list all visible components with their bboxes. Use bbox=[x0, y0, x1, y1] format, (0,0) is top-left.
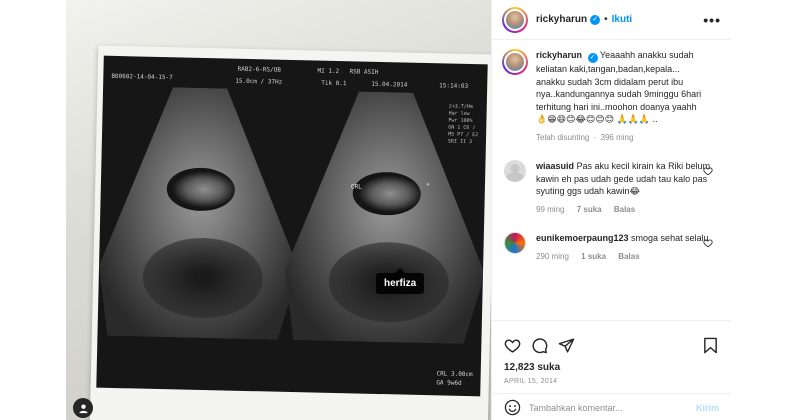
comment-item: eunikemoerpaung123 smoga sehat selalu 29… bbox=[502, 232, 721, 263]
scan-marker-crl: CRL bbox=[350, 183, 362, 191]
scan-tis: RSB ASIH bbox=[349, 68, 379, 76]
caption-meta-separator: · bbox=[593, 132, 597, 142]
gestational-sac-left bbox=[166, 167, 236, 212]
emoji-icon[interactable] bbox=[504, 399, 521, 416]
caption-avatar[interactable] bbox=[502, 49, 528, 75]
comment-meta: 99 ming 7 suka Balas bbox=[536, 204, 711, 217]
scan-time: 15:14:03 bbox=[439, 82, 469, 90]
header-separator: • bbox=[604, 14, 608, 25]
scan-ga: GA 9w6d bbox=[436, 379, 462, 387]
scan-measurements: CRL 3.00cm GA 9w6d bbox=[436, 369, 473, 388]
more-options-icon[interactable]: ••• bbox=[703, 12, 721, 28]
post-actions: 12,823 suka APRIL 15, 2014 Kirim bbox=[492, 320, 731, 420]
author-username[interactable]: rickyharun bbox=[536, 14, 587, 25]
scan-marker-x: + bbox=[425, 181, 430, 189]
verified-icon: ✓ bbox=[590, 14, 601, 25]
comment-likes[interactable]: 1 suka bbox=[581, 252, 606, 261]
post-side-panel: rickyharun ✓ • Ikuti ••• rickyharun ✓ Ye… bbox=[491, 0, 731, 420]
scan-probe: RAB2-6-RS/OB bbox=[237, 65, 281, 74]
comment-avatar[interactable] bbox=[504, 160, 526, 182]
post-comment-button[interactable]: Kirim bbox=[696, 403, 719, 413]
bookmark-icon[interactable] bbox=[702, 337, 719, 354]
post-media[interactable]: B00602-14-04-15-7 RAB2-6-RS/OB MI 1.2 RS… bbox=[66, 0, 491, 420]
comment-meta: 290 ming 1 suka Balas bbox=[536, 251, 711, 264]
user-tag-icon[interactable] bbox=[73, 398, 93, 418]
caption-age: 396 ming bbox=[600, 132, 634, 142]
page-right-margin bbox=[731, 0, 800, 420]
comment-input[interactable] bbox=[529, 402, 696, 413]
ultrasound-scan: B00602-14-04-15-7 RAB2-6-RS/OB MI 1.2 RS… bbox=[96, 55, 488, 397]
caption-text: Yeaaahh anakku sudah keliatan kaki,tanga… bbox=[536, 50, 702, 124]
scan-tik: Tik 0.1 bbox=[321, 79, 347, 88]
scan-mi: MI 1.2 bbox=[317, 67, 340, 76]
action-icons bbox=[492, 321, 731, 359]
comment-avatar[interactable] bbox=[504, 232, 526, 254]
share-icon[interactable] bbox=[558, 337, 575, 354]
caption: rickyharun ✓ Yeaaahh anakku sudah keliat… bbox=[502, 49, 721, 144]
heart-icon[interactable] bbox=[703, 238, 713, 248]
reply-button[interactable]: Balas bbox=[614, 205, 635, 214]
comment-item: wiaasuid Pas aku kecil kirain ka Riki be… bbox=[502, 160, 721, 216]
comment-age: 290 ming bbox=[536, 251, 569, 261]
verified-icon: ✓ bbox=[587, 53, 598, 63]
scan-depth: 15.0cm / 37Hz bbox=[235, 77, 283, 86]
caption-meta: Telah disunting · 396 ming bbox=[536, 132, 706, 145]
comment-username[interactable]: wiaasuid bbox=[536, 161, 574, 171]
post-date: APRIL 15, 2014 bbox=[504, 378, 558, 385]
post-header: rickyharun ✓ • Ikuti ••• bbox=[492, 0, 731, 40]
user-tag-label[interactable]: herfiza bbox=[376, 268, 425, 294]
reply-button[interactable]: Balas bbox=[618, 252, 639, 261]
comment-username[interactable]: eunikemoerpaung123 bbox=[536, 233, 629, 243]
add-comment-bar: Kirim bbox=[492, 393, 731, 420]
scan-date: 15.04.2014 bbox=[371, 80, 408, 89]
scan-image-left bbox=[97, 86, 303, 340]
likes-count[interactable]: 12,823 suka bbox=[492, 362, 731, 373]
comment-likes[interactable]: 7 suka bbox=[577, 205, 602, 214]
follow-button[interactable]: Ikuti bbox=[612, 14, 633, 25]
comment-icon[interactable] bbox=[531, 337, 548, 354]
author-avatar[interactable] bbox=[502, 6, 528, 33]
gestational-sac-right bbox=[352, 171, 422, 216]
heart-icon[interactable] bbox=[703, 166, 713, 176]
comment-text: smoga sehat selalu bbox=[631, 233, 709, 243]
heart-icon[interactable] bbox=[504, 337, 521, 354]
caption-username[interactable]: rickyharun bbox=[536, 50, 582, 60]
edited-label: Telah disunting bbox=[536, 132, 590, 142]
scan-patient-id: B00602-14-04-15-7 bbox=[111, 72, 173, 82]
scan-side-info: 2+3.T/Hm Har low Pwr 100% GN 1 C6 / M5 P… bbox=[447, 103, 479, 146]
comment-age: 99 ming bbox=[536, 204, 565, 214]
comments-list[interactable]: rickyharun ✓ Yeaaahh anakku sudah keliat… bbox=[492, 41, 731, 320]
